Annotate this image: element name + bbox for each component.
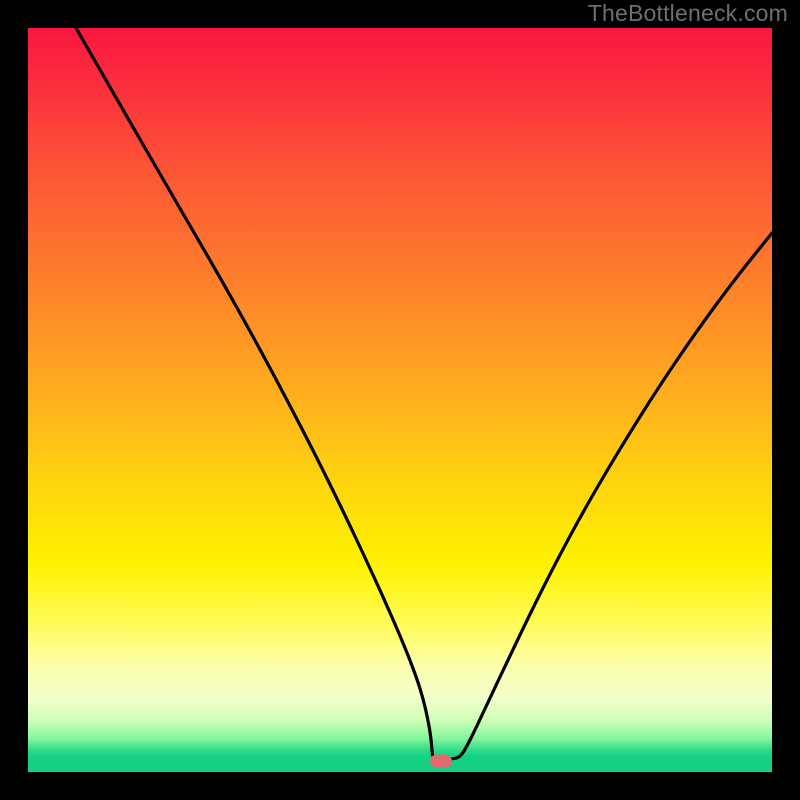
optimal-point-marker bbox=[430, 754, 452, 767]
chart-stage: TheBottleneck.com bbox=[0, 0, 800, 800]
watermark-label: TheBottleneck.com bbox=[588, 0, 788, 27]
plot-area bbox=[28, 28, 772, 772]
bottleneck-curve bbox=[28, 28, 772, 772]
curve-path bbox=[76, 28, 772, 759]
